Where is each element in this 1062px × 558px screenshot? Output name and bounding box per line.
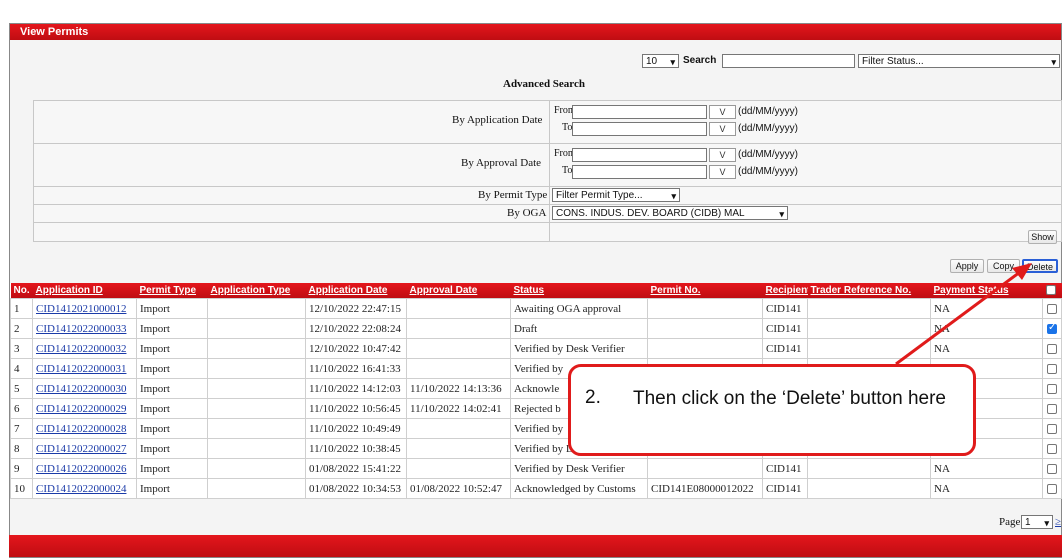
arrow-line — [895, 270, 1021, 366]
instruction-callout: 2. Then click on the ‘Delete’ button her… — [568, 364, 976, 456]
callout-number: 2. — [585, 387, 601, 408]
callout-text: Then click on the ‘Delete’ button here — [633, 388, 946, 409]
annotation-arrow — [895, 263, 1032, 366]
